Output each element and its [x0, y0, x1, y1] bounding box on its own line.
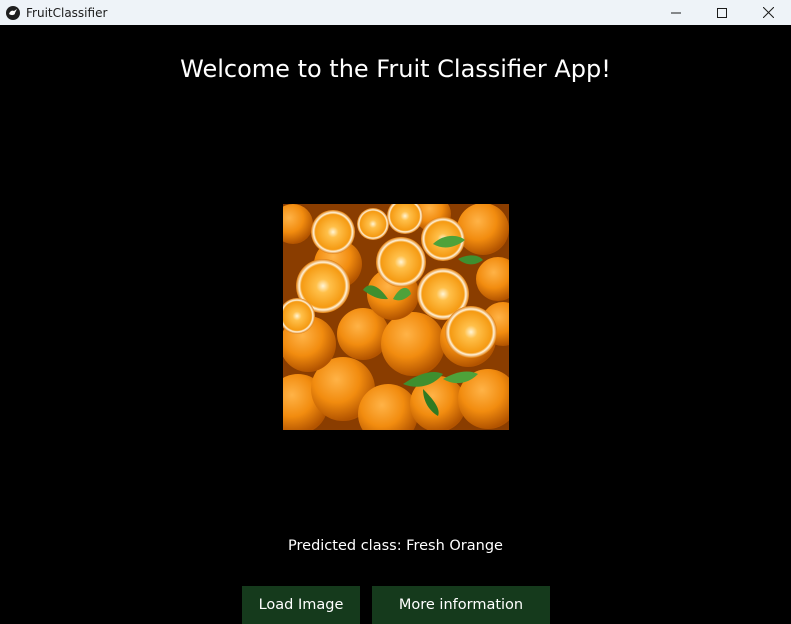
fruit-image [283, 204, 509, 430]
window-controls [653, 0, 791, 25]
main-content: Welcome to the Fruit Classifier App! Pre… [0, 25, 791, 624]
minimize-icon [671, 12, 681, 13]
close-button[interactable] [745, 0, 791, 25]
prediction-label: Predicted class: Fresh Orange [288, 538, 503, 554]
maximize-icon [717, 7, 727, 18]
load-image-button[interactable]: Load Image [242, 586, 360, 624]
minimize-button[interactable] [653, 0, 699, 25]
kivy-logo-icon [6, 5, 20, 20]
maximize-button[interactable] [699, 0, 745, 25]
window-titlebar[interactable]: FruitClassifier [0, 0, 791, 25]
close-icon [762, 7, 774, 18]
page-title: Welcome to the Fruit Classifier App! [180, 55, 611, 83]
more-information-button[interactable]: More information [372, 586, 550, 624]
window-title: FruitClassifier [26, 5, 108, 20]
